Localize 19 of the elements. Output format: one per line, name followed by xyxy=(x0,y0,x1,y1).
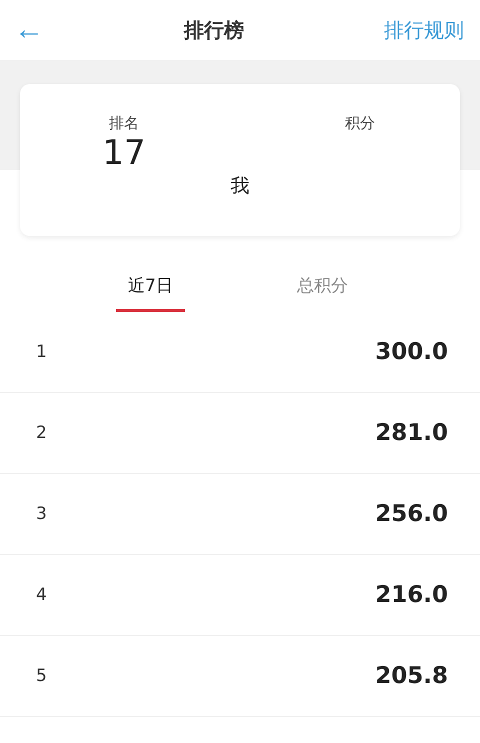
rank-number: 1 xyxy=(36,342,47,362)
page-title: 排行榜 xyxy=(184,16,244,44)
score-value: 281.0 xyxy=(375,420,448,446)
rules-link[interactable]: 排行规则 xyxy=(384,16,464,44)
score-value: 300.0 xyxy=(375,339,448,365)
score-value: 216.0 xyxy=(375,582,448,608)
rank-label: 排名 xyxy=(109,114,139,133)
rank-number: 4 xyxy=(36,585,47,605)
score-value: 256.0 xyxy=(375,501,448,527)
period-tab[interactable]: 近7日 xyxy=(116,274,185,312)
period-tab[interactable]: 总积分 xyxy=(284,274,360,312)
rank-value: 17 xyxy=(102,133,146,173)
rank-number: 3 xyxy=(36,504,47,524)
back-button[interactable]: ← xyxy=(14,15,44,45)
rank-number: 5 xyxy=(36,666,47,686)
score-value: 205.8 xyxy=(375,663,448,689)
rank-number: 2 xyxy=(36,423,47,443)
score-label: 积分 xyxy=(345,114,375,133)
user-name: 我 xyxy=(230,174,250,199)
